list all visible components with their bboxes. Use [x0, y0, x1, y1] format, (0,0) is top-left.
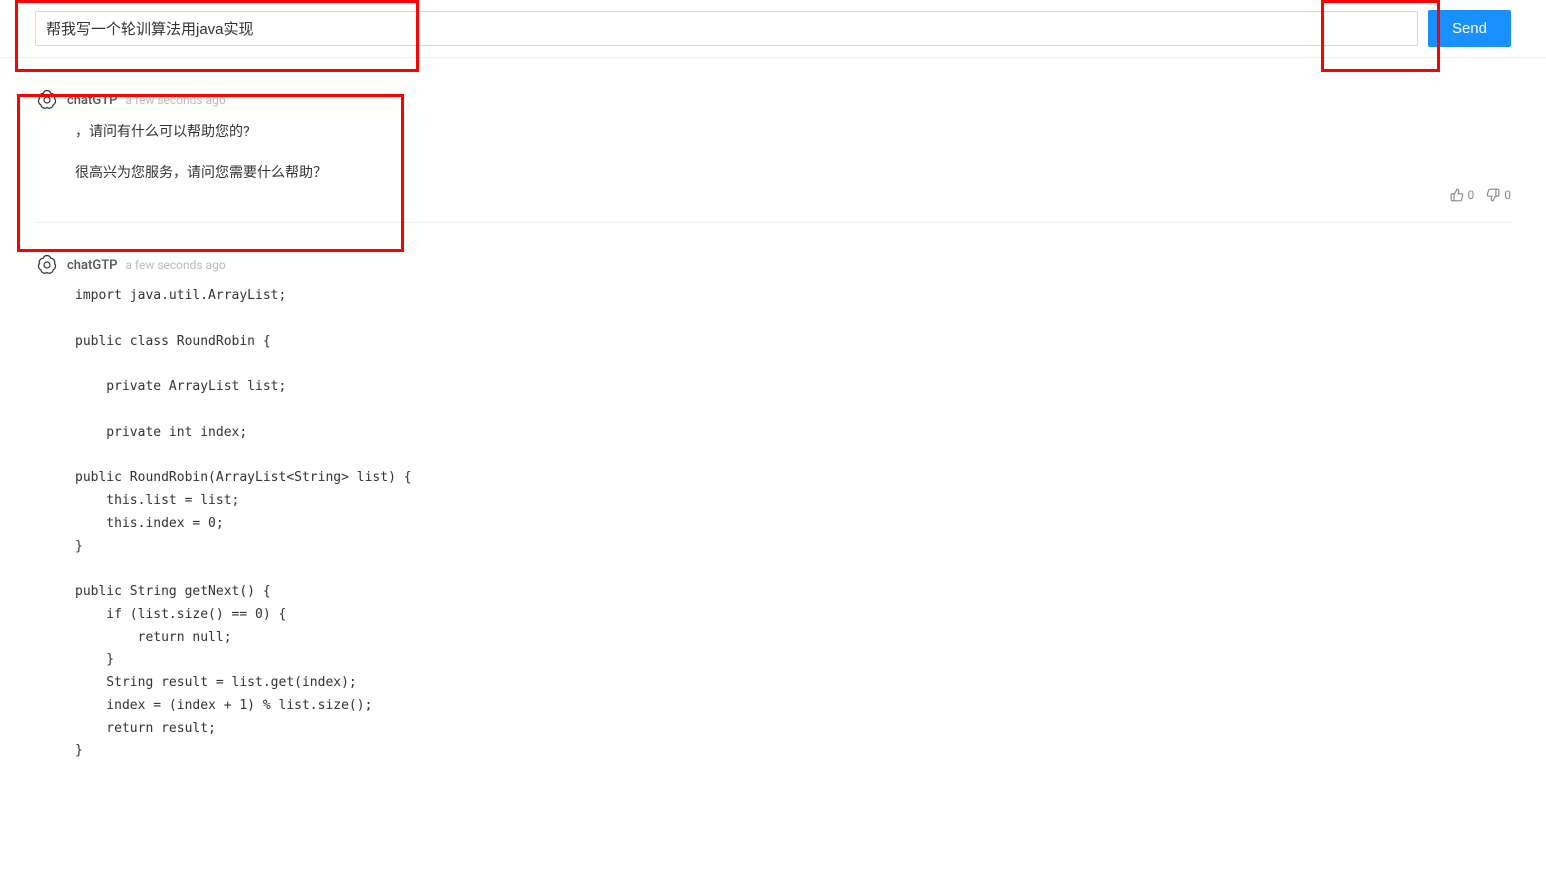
- openai-logo-icon: [35, 253, 59, 277]
- message-header: chatGTP a few seconds ago: [35, 253, 1511, 277]
- message-input[interactable]: [35, 11, 1418, 46]
- message-author: chatGTP: [67, 258, 117, 273]
- dislike-button[interactable]: 0: [1486, 188, 1511, 202]
- message-item: chatGTP a few seconds ago import java.ut…: [35, 223, 1511, 783]
- like-button[interactable]: 0: [1450, 188, 1475, 202]
- message-timestamp: a few seconds ago: [125, 258, 225, 272]
- code-block: import java.util.ArrayList; public class…: [75, 285, 1511, 763]
- message-author: chatGTP: [67, 93, 117, 108]
- message-item: chatGTP a few seconds ago ，请问有什么可以帮助您的? …: [35, 58, 1511, 223]
- message-content: import java.util.ArrayList; public class…: [75, 285, 1511, 763]
- thumbs-down-icon: [1486, 188, 1500, 202]
- message-timestamp: a few seconds ago: [125, 93, 225, 107]
- avatar: [35, 253, 59, 277]
- message-header: chatGTP a few seconds ago: [35, 88, 1511, 112]
- input-bar: Send: [0, 0, 1546, 58]
- send-button[interactable]: Send: [1428, 10, 1511, 47]
- thumbs-up-icon: [1450, 188, 1464, 202]
- dislike-count: 0: [1504, 188, 1511, 202]
- message-paragraph: ，请问有什么可以帮助您的?: [75, 120, 1511, 145]
- avatar: [35, 88, 59, 112]
- openai-logo-icon: [35, 88, 59, 112]
- feedback-bar: 0 0: [1450, 188, 1512, 202]
- message-list: chatGTP a few seconds ago ，请问有什么可以帮助您的? …: [0, 58, 1546, 783]
- message-paragraph: 很高兴为您服务，请问您需要什么帮助？: [75, 161, 1511, 186]
- message-content: ，请问有什么可以帮助您的? 很高兴为您服务，请问您需要什么帮助？: [75, 120, 1511, 186]
- like-count: 0: [1468, 188, 1475, 202]
